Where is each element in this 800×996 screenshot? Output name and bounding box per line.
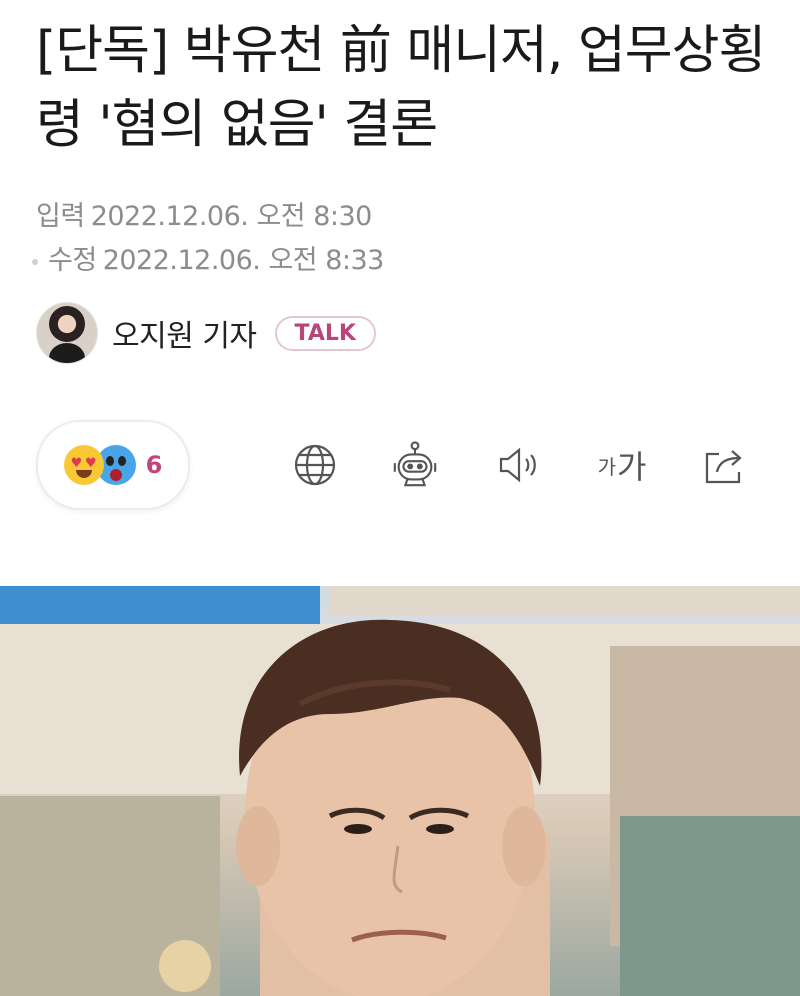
modified-time: 2022.12.06. 오전 8:33 xyxy=(102,245,385,276)
article-page: [단독] 박유천 前 매니저, 업무상횡령 '혐의 없음' 결론 입력 2022.… xyxy=(0,0,800,996)
bullet-dot-icon xyxy=(32,258,38,265)
published-info: 입력 2022.12.06. 오전 8:30 xyxy=(36,194,372,233)
article-headline: [단독] 박유천 前 매니저, 업무상횡령 '혐의 없음' 결론 xyxy=(36,21,766,155)
reaction-button[interactable]: ♥ ♥ 6 xyxy=(36,420,190,510)
reaction-count: 6 xyxy=(145,451,163,479)
font-size-icon[interactable]: 가가 xyxy=(590,440,654,490)
published-label: 입력 xyxy=(36,201,85,232)
robot-icon[interactable] xyxy=(390,440,440,490)
article-photo xyxy=(0,586,800,996)
share-icon[interactable] xyxy=(700,440,750,490)
author-row: 오지원 기자 TALK xyxy=(36,300,376,366)
talk-button[interactable]: TALK xyxy=(274,315,376,351)
font-large-label: 가 xyxy=(616,448,647,486)
man-portrait-image xyxy=(0,586,800,996)
font-small-label: 가 xyxy=(597,454,616,479)
speaker-icon[interactable] xyxy=(494,440,544,490)
published-time: 2022.12.06. 오전 8:30 xyxy=(90,201,373,232)
author-avatar[interactable] xyxy=(36,302,98,364)
modified-label: 수정 xyxy=(48,245,97,276)
author-name[interactable]: 오지원 기자 xyxy=(112,311,257,355)
globe-icon[interactable] xyxy=(290,440,340,490)
heart-eyes-emoji-icon: ♥ ♥ xyxy=(63,445,104,485)
modified-info: 수정 2022.12.06. 오전 8:33 xyxy=(32,238,385,277)
